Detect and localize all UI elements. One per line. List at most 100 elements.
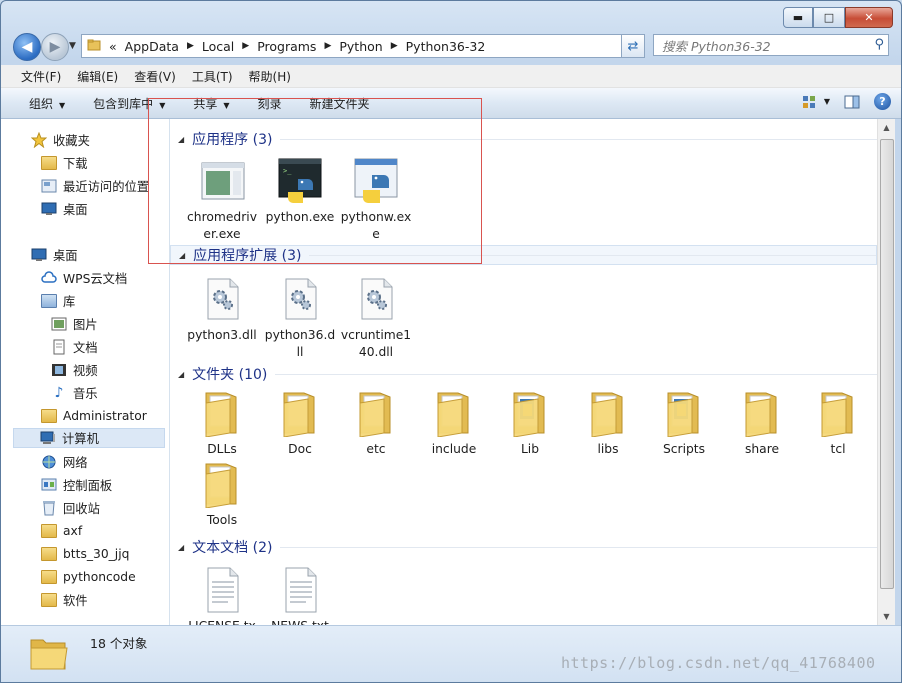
item-count: 18 个对象 (90, 636, 148, 651)
file-item[interactable]: chromedriver.exe (186, 157, 258, 243)
help-icon[interactable]: ? (874, 93, 891, 110)
new-folder-button[interactable]: 新建文件夹 (292, 95, 380, 112)
breadcrumb-programs[interactable]: Programs (257, 39, 316, 54)
folder-icon (660, 389, 708, 438)
folder-item[interactable]: Lib (494, 389, 566, 458)
folder-item[interactable]: Doc (264, 389, 336, 458)
file-item[interactable]: vcruntime140.dll (340, 275, 412, 361)
folder-item[interactable]: etc (340, 389, 412, 458)
computer-icon (40, 430, 56, 446)
nav-videos[interactable]: 视频 (51, 360, 98, 380)
user-folder-icon (41, 408, 57, 424)
share-button[interactable]: 共享 ▼ (175, 95, 239, 112)
menu-bar: 文件(F) 编辑(E) 查看(V) 工具(T) 帮助(H) (1, 65, 901, 88)
group-header-folders[interactable]: ◢ 文件夹 (10) (170, 364, 877, 384)
minimize-button[interactable]: ▬ (783, 7, 813, 28)
breadcrumb-separator-icon[interactable]: ▶ (242, 41, 249, 51)
vertical-scrollbar[interactable]: ▲ ▼ (877, 119, 895, 625)
group-header-applications[interactable]: ◢ 应用程序 (3) (170, 129, 877, 149)
folder-icon (276, 389, 324, 438)
menu-view[interactable]: 查看(V) (126, 68, 184, 85)
folder-item[interactable]: tcl (802, 389, 874, 458)
nav-recycle-bin[interactable]: 回收站 (41, 498, 100, 518)
breadcrumb-local[interactable]: Local (202, 39, 234, 54)
download-folder-icon (41, 155, 57, 171)
menu-edit[interactable]: 编辑(E) (69, 68, 126, 85)
menu-tools[interactable]: 工具(T) (184, 68, 241, 85)
nav-computer[interactable]: 计算机 (13, 428, 165, 448)
folder-item[interactable]: DLLs (186, 389, 258, 458)
forward-button[interactable]: ▶ (41, 33, 69, 61)
folder-item[interactable]: libs (572, 389, 644, 458)
application-window-icon (198, 157, 246, 205)
back-button[interactable]: ◀ (13, 33, 41, 61)
folder-item[interactable]: share (726, 389, 798, 458)
organize-button[interactable]: 组织 ▼ (1, 95, 75, 112)
videos-icon (51, 362, 67, 378)
search-input[interactable]: 搜索 Python36-32 ⚲ (653, 34, 889, 56)
group-header-text-documents[interactable]: ◢ 文本文档 (2) (170, 537, 877, 557)
collapse-triangle-icon[interactable]: ◢ (178, 135, 184, 144)
collapse-triangle-icon[interactable]: ◢ (178, 370, 184, 379)
breadcrumb-separator-icon[interactable]: ▶ (391, 41, 398, 51)
scrollbar-thumb[interactable] (880, 139, 894, 589)
folder-item[interactable]: Tools (186, 460, 258, 529)
group-header-application-extensions[interactable]: ◢ 应用程序扩展 (3) (170, 245, 877, 265)
nav-library[interactable]: 库 (41, 291, 75, 311)
folder-icon (41, 592, 57, 608)
scroll-up-icon[interactable]: ▲ (878, 119, 895, 136)
address-bar[interactable]: « AppData ▶ Local ▶ Programs ▶ Python ▶ … (81, 34, 645, 58)
folder-item[interactable]: Scripts (648, 389, 720, 458)
nav-network[interactable]: 网络 (41, 452, 88, 472)
file-item[interactable]: python3.dll (186, 275, 258, 344)
nav-control-panel[interactable]: 控制面板 (41, 475, 112, 495)
file-item[interactable]: >_ python.exe (264, 157, 336, 226)
nav-favorites[interactable]: 收藏夹 (31, 130, 90, 150)
breadcrumb-appdata[interactable]: AppData (125, 39, 179, 54)
nav-wps-cloud[interactable]: WPS云文档 (41, 268, 127, 288)
search-icon[interactable]: ⚲ (874, 37, 884, 52)
menu-help[interactable]: 帮助(H) (241, 68, 299, 85)
nav-folder-pythoncode[interactable]: pythoncode (41, 567, 136, 587)
menu-file[interactable]: 文件(F) (1, 68, 69, 85)
maximize-button[interactable]: □ (813, 7, 845, 28)
group-title: 应用程序扩展 (3) (193, 248, 302, 264)
include-in-library-button[interactable]: 包含到库中 ▼ (75, 95, 175, 112)
breadcrumb-python36-32[interactable]: Python36-32 (406, 39, 486, 54)
nav-music[interactable]: ♪ 音乐 (51, 383, 98, 403)
nav-recent[interactable]: 最近访问的位置 (41, 176, 149, 196)
preview-pane-icon[interactable] (844, 94, 860, 110)
desktop-icon (41, 201, 57, 217)
nav-folder-btts[interactable]: btts_30_jjq (41, 544, 129, 564)
group-divider (280, 138, 877, 140)
nav-folder-axf[interactable]: axf (41, 521, 82, 541)
folder-item[interactable]: include (418, 389, 490, 458)
nav-folder-software[interactable]: 软件 (41, 590, 88, 610)
burn-button[interactable]: 刻录 (240, 95, 292, 112)
nav-desktop[interactable]: 桌面 (31, 245, 78, 265)
breadcrumb-python[interactable]: Python (339, 39, 382, 54)
file-item[interactable]: pythonw.exe (340, 157, 412, 243)
nav-label: 视频 (73, 364, 98, 378)
folder-name: include (431, 442, 477, 456)
folder-icon (41, 523, 57, 539)
nav-documents[interactable]: 文档 (51, 337, 98, 357)
nav-desktop-favorite[interactable]: 桌面 (41, 199, 88, 219)
collapse-triangle-icon[interactable]: ◢ (179, 251, 185, 260)
breadcrumb-overflow[interactable]: « (109, 39, 117, 54)
collapse-triangle-icon[interactable]: ◢ (178, 543, 184, 552)
view-dropdown-icon[interactable]: ▼ (824, 97, 830, 106)
nav-administrator[interactable]: Administrator (41, 406, 147, 426)
view-options-icon[interactable] (802, 94, 818, 110)
cloud-icon (41, 270, 57, 286)
file-item[interactable]: python36.dll (264, 275, 336, 361)
recent-pages-dropdown-icon[interactable]: ▼ (69, 41, 76, 51)
nav-downloads[interactable]: 下载 (41, 153, 88, 173)
organize-label: 组织 (29, 96, 54, 111)
scroll-down-icon[interactable]: ▼ (878, 608, 895, 625)
nav-pictures[interactable]: 图片 (51, 314, 98, 334)
refresh-button[interactable]: ⇄ (621, 34, 645, 58)
close-button[interactable]: ✕ (845, 7, 893, 28)
breadcrumb-separator-icon[interactable]: ▶ (187, 41, 194, 51)
breadcrumb-separator-icon[interactable]: ▶ (324, 41, 331, 51)
